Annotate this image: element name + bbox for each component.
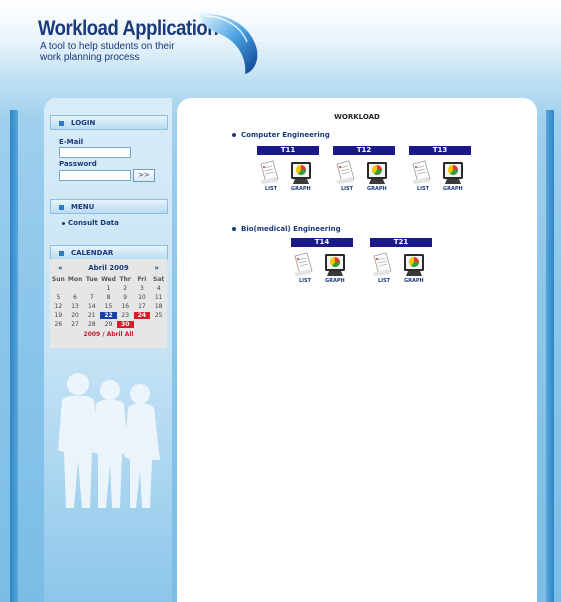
page: Workload Application A tool to help stud… bbox=[0, 0, 561, 602]
list-document-icon[interactable] bbox=[258, 159, 280, 189]
calendar: « Abril 2009 » Sun Mon Tue Wed Thr Fri Sat 1 2 3 4… bbox=[50, 262, 167, 338]
calendar-day[interactable]: 30 bbox=[116, 321, 134, 328]
bullet-icon bbox=[62, 221, 65, 225]
calendar-grid: Sun Mon Tue Wed Thr Fri Sat 1 2 3 4 5 6 7 8 9 10 11 12 13 14… bbox=[50, 276, 167, 328]
frame-right bbox=[546, 110, 554, 602]
section-title: Computer Engineering bbox=[232, 131, 330, 139]
group-code: T12 bbox=[333, 146, 395, 155]
list-link[interactable]: LIST bbox=[299, 278, 311, 284]
calendar-day[interactable]: 11 bbox=[150, 294, 167, 301]
workload-group-t13: T13 LIST GRAPH bbox=[409, 146, 471, 192]
calendar-day bbox=[150, 321, 167, 328]
calendar-day bbox=[67, 285, 84, 292]
calendar-day[interactable]: 14 bbox=[83, 303, 100, 310]
email-field[interactable] bbox=[59, 147, 131, 158]
calendar-day[interactable]: 6 bbox=[67, 294, 84, 301]
calendar-day[interactable]: 23 bbox=[117, 312, 134, 319]
calendar-day[interactable]: 17 bbox=[134, 303, 151, 310]
calendar-day[interactable]: 28 bbox=[83, 321, 100, 328]
calendar-weekday: Fri bbox=[137, 276, 147, 283]
frame-left bbox=[10, 110, 18, 602]
workload-group-t11: T11 LIST GRAPH bbox=[257, 146, 319, 192]
calendar-day[interactable]: 24 bbox=[133, 312, 151, 319]
calendar-day bbox=[83, 285, 100, 292]
square-icon bbox=[59, 205, 64, 210]
workload-group-t14: T14 LIST GRAPH bbox=[291, 238, 353, 284]
calendar-day[interactable]: 10 bbox=[134, 294, 151, 301]
calendar-day[interactable]: 2 bbox=[117, 285, 134, 292]
password-field[interactable] bbox=[59, 170, 131, 181]
list-link[interactable]: LIST bbox=[341, 186, 353, 192]
calendar-weekday: Sat bbox=[153, 276, 165, 283]
list-link[interactable]: LIST bbox=[265, 186, 277, 192]
workload-group-t12: T12 LIST GRAPH bbox=[333, 146, 395, 192]
calendar-heading: CALENDAR bbox=[50, 245, 168, 260]
calendar-day[interactable]: 9 bbox=[117, 294, 134, 301]
menu-item-consult-data[interactable]: Consult Data bbox=[62, 219, 119, 227]
app-subtitle: A tool to help students on their work pl… bbox=[40, 41, 175, 63]
list-document-icon[interactable] bbox=[292, 251, 314, 281]
calendar-day bbox=[50, 285, 67, 292]
graph-link[interactable]: GRAPH bbox=[291, 186, 311, 192]
menu-heading: MENU bbox=[50, 199, 168, 214]
group-code: T11 bbox=[257, 146, 319, 155]
logo-swoosh-icon bbox=[199, 13, 258, 75]
calendar-day[interactable]: 26 bbox=[50, 321, 67, 328]
list-link[interactable]: LIST bbox=[378, 278, 390, 284]
calendar-footer-link[interactable]: 2009 / Abril All bbox=[50, 331, 167, 338]
section-title: Bio(medical) Engineering bbox=[232, 225, 341, 233]
list-document-icon[interactable] bbox=[371, 251, 393, 281]
calendar-day[interactable]: 4 bbox=[150, 285, 167, 292]
login-heading: LOGIN bbox=[50, 115, 168, 130]
calendar-day[interactable]: 12 bbox=[50, 303, 67, 310]
square-icon bbox=[59, 121, 64, 126]
calendar-day[interactable]: 3 bbox=[134, 285, 151, 292]
graph-link[interactable]: GRAPH bbox=[443, 186, 463, 192]
calendar-day[interactable]: 22 bbox=[100, 312, 117, 319]
graph-link[interactable]: GRAPH bbox=[404, 278, 424, 284]
calendar-day[interactable]: 20 bbox=[67, 312, 84, 319]
calendar-day[interactable]: 19 bbox=[50, 312, 67, 319]
calendar-day bbox=[134, 321, 151, 328]
square-icon bbox=[59, 251, 64, 256]
calendar-day[interactable]: 8 bbox=[100, 294, 117, 301]
calendar-day[interactable]: 5 bbox=[50, 294, 67, 301]
calendar-day[interactable]: 21 bbox=[83, 312, 100, 319]
app-title: Workload Application bbox=[38, 17, 219, 40]
calendar-day[interactable]: 7 bbox=[83, 294, 100, 301]
calendar-month-title: Abril 2009 bbox=[88, 264, 129, 272]
bullet-icon bbox=[232, 133, 236, 137]
list-document-icon[interactable] bbox=[334, 159, 356, 189]
calendar-weekday: Wed bbox=[101, 276, 116, 283]
group-code: T13 bbox=[409, 146, 471, 155]
password-label: Password bbox=[59, 160, 97, 168]
calendar-weekday: Sun bbox=[51, 276, 65, 283]
calendar-day[interactable]: 18 bbox=[150, 303, 167, 310]
bullet-icon bbox=[232, 227, 236, 231]
graph-link[interactable]: GRAPH bbox=[367, 186, 387, 192]
calendar-next-button[interactable]: » bbox=[154, 264, 159, 272]
workload-group-t21: T21 LIST GRAPH bbox=[370, 238, 432, 284]
calendar-day[interactable]: 27 bbox=[67, 321, 84, 328]
list-link[interactable]: LIST bbox=[417, 186, 429, 192]
email-label: E-Mail bbox=[59, 138, 84, 146]
page-title: WORKLOAD bbox=[334, 113, 380, 121]
calendar-weekday: Mon bbox=[67, 276, 83, 283]
students-silhouette-icon bbox=[58, 373, 160, 508]
list-document-icon[interactable] bbox=[410, 159, 432, 189]
calendar-day[interactable]: 1 bbox=[100, 285, 117, 292]
calendar-day[interactable]: 16 bbox=[117, 303, 134, 310]
calendar-day[interactable]: 13 bbox=[67, 303, 84, 310]
calendar-day[interactable]: 29 bbox=[100, 321, 117, 328]
calendar-weekday: Tue bbox=[85, 276, 98, 283]
group-code: T21 bbox=[370, 238, 432, 247]
calendar-day[interactable]: 25 bbox=[150, 312, 167, 319]
calendar-weekday: Thr bbox=[119, 276, 131, 283]
login-submit-button[interactable]: >> bbox=[133, 169, 155, 182]
calendar-day[interactable]: 15 bbox=[100, 303, 117, 310]
graph-link[interactable]: GRAPH bbox=[325, 278, 345, 284]
group-code: T14 bbox=[291, 238, 353, 247]
